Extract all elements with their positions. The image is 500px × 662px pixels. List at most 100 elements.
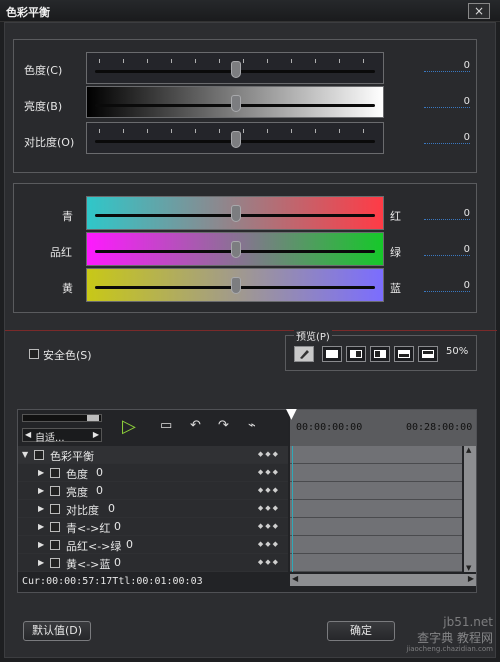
auto-select-label: 自适... (35, 433, 65, 444)
ruler-time-mid: 00:28:00:00 (406, 422, 473, 433)
chroma-value[interactable]: 0 (424, 60, 470, 72)
magenta-label: 品红 (50, 246, 72, 259)
track-row[interactable]: ▶ 亮度 0 ◆◆◆ (18, 482, 288, 500)
blue-label: 蓝 (390, 282, 401, 295)
playhead-marker-icon[interactable]: ▼ (286, 406, 297, 422)
slider-thumb[interactable] (231, 95, 241, 112)
redo-icon[interactable]: ↷ (218, 418, 229, 433)
expand-arrow-icon[interactable]: ▶ (38, 486, 44, 495)
track-row[interactable]: ▶ 品红<->绿 0 ◆◆◆ (18, 536, 288, 554)
track-name: 对比度 (66, 504, 99, 517)
ruler-time-start: 00:00:00:00 (296, 422, 363, 433)
comment-icon[interactable]: ▭ (160, 418, 172, 433)
left-arrow-icon[interactable]: ◀ (25, 430, 31, 439)
track-name: 青<->红 (66, 522, 111, 535)
window-title: 色彩平衡 (6, 6, 50, 19)
timeline-toolbar: ◀ 自适... ▶ ▷ ▭ ↶ ↷ ⌁ (18, 410, 288, 446)
auto-select-dropdown[interactable]: ◀ 自适... ▶ (22, 428, 102, 444)
track-row[interactable]: ▼ 色彩平衡 ◆◆◆ (18, 446, 288, 464)
preview-panel: 预览(P) 50% (285, 328, 477, 371)
track-checkbox[interactable] (50, 540, 60, 550)
preview-split-bottom-button[interactable] (418, 346, 438, 362)
scroll-right-icon[interactable]: ▶ (468, 574, 474, 583)
timeline-ruler[interactable]: ▼ 00:00:00:00 00:28:00:00 (286, 406, 476, 446)
cyan-red-slider[interactable] (86, 196, 384, 230)
expand-arrow-icon[interactable]: ▶ (38, 540, 44, 549)
green-label: 绿 (390, 246, 401, 259)
keyframe-nav-icon[interactable]: ◆◆◆ (258, 486, 280, 494)
track-value: 0 (96, 466, 103, 479)
track-value: 0 (126, 538, 133, 551)
default-button[interactable]: 默认值(D) (23, 621, 91, 641)
keyframe-nav-icon[interactable]: ◆◆◆ (258, 558, 280, 566)
close-button[interactable]: × (468, 3, 490, 19)
slider-thumb[interactable] (231, 131, 241, 148)
undo-icon[interactable]: ↶ (190, 418, 201, 433)
yellow-blue-value[interactable]: 0 (424, 280, 470, 292)
scroll-down-icon[interactable]: ▼ (466, 564, 471, 572)
scroll-up-icon[interactable]: ▲ (466, 446, 471, 454)
brightness-slider[interactable] (86, 86, 384, 118)
track-checkbox[interactable] (50, 486, 60, 496)
keyframe-timeline: ◀ 自适... ▶ ▷ ▭ ↶ ↷ ⌁ ▼ 00:00:00:00 00:28:… (17, 406, 477, 593)
track-row[interactable]: ▶ 色度 0 ◆◆◆ (18, 464, 288, 482)
track-name: 品红<->绿 (66, 540, 122, 553)
zoom-slider[interactable] (22, 414, 102, 422)
horizontal-scrollbar[interactable]: ◀ ▶ (290, 574, 476, 586)
track-value: 0 (114, 520, 121, 533)
track-row[interactable]: ▶ 青<->红 0 ◆◆◆ (18, 518, 288, 536)
slider-thumb[interactable] (231, 205, 241, 222)
expand-arrow-icon[interactable]: ▶ (38, 558, 44, 567)
right-arrow-icon[interactable]: ▶ (93, 430, 99, 439)
chroma-label: 色度(C) (24, 64, 63, 77)
track-row[interactable]: ▶ 对比度 0 ◆◆◆ (18, 500, 288, 518)
eraser-button[interactable] (294, 346, 314, 362)
track-checkbox[interactable] (50, 504, 60, 514)
preview-split-top-button[interactable] (394, 346, 414, 362)
brightness-value[interactable]: 0 (424, 96, 470, 108)
contrast-value[interactable]: 0 (424, 132, 470, 144)
track-row[interactable]: ▶ 黄<->蓝 0 ◆◆◆ (18, 554, 288, 572)
track-name: 亮度 (66, 486, 88, 499)
expand-arrow-icon[interactable]: ▶ (38, 468, 44, 477)
split-left-icon (350, 350, 362, 358)
keyframe-lanes[interactable] (290, 446, 462, 572)
vertical-scrollbar[interactable]: ▲ ▼ (464, 446, 476, 572)
play-icon[interactable]: ▷ (122, 416, 136, 437)
magenta-green-value[interactable]: 0 (424, 244, 470, 256)
section-divider (5, 330, 497, 331)
keyframe-nav-icon[interactable]: ◆◆◆ (258, 522, 280, 530)
watermark-site: 查字典 教程网 (417, 631, 493, 645)
slider-thumb[interactable] (231, 277, 241, 294)
watermark-domain: jb51.net (443, 615, 493, 629)
safe-color-checkbox[interactable] (29, 349, 39, 359)
track-checkbox[interactable] (50, 522, 60, 532)
scroll-left-icon[interactable]: ◀ (292, 574, 298, 583)
track-name: 色彩平衡 (50, 450, 94, 463)
graph-icon[interactable]: ⌁ (248, 418, 256, 433)
preview-full-button[interactable] (322, 346, 342, 362)
zoom-thumb[interactable] (87, 415, 99, 421)
color-panel: 青 红 0 品红 绿 0 黄 蓝 0 (13, 183, 477, 313)
track-checkbox[interactable] (34, 450, 44, 460)
preview-split-left-button[interactable] (346, 346, 366, 362)
slider-thumb[interactable] (231, 241, 241, 258)
magenta-green-slider[interactable] (86, 232, 384, 266)
chroma-slider[interactable] (86, 52, 384, 84)
slider-thumb[interactable] (231, 61, 241, 78)
keyframe-nav-icon[interactable]: ◆◆◆ (258, 468, 280, 476)
yellow-blue-slider[interactable] (86, 268, 384, 302)
contrast-slider[interactable] (86, 122, 384, 154)
track-checkbox[interactable] (50, 558, 60, 568)
keyframe-nav-icon[interactable]: ◆◆◆ (258, 504, 280, 512)
cyan-red-value[interactable]: 0 (424, 208, 470, 220)
keyframe-nav-icon[interactable]: ◆◆◆ (258, 450, 280, 458)
eraser-icon (300, 350, 309, 359)
preview-split-right-button[interactable] (370, 346, 390, 362)
expand-arrow-icon[interactable]: ▶ (38, 522, 44, 531)
expand-arrow-icon[interactable]: ▶ (38, 504, 44, 513)
track-checkbox[interactable] (50, 468, 60, 478)
collapse-arrow-icon[interactable]: ▼ (22, 450, 28, 459)
keyframe-nav-icon[interactable]: ◆◆◆ (258, 540, 280, 548)
track-value: 0 (114, 556, 121, 569)
